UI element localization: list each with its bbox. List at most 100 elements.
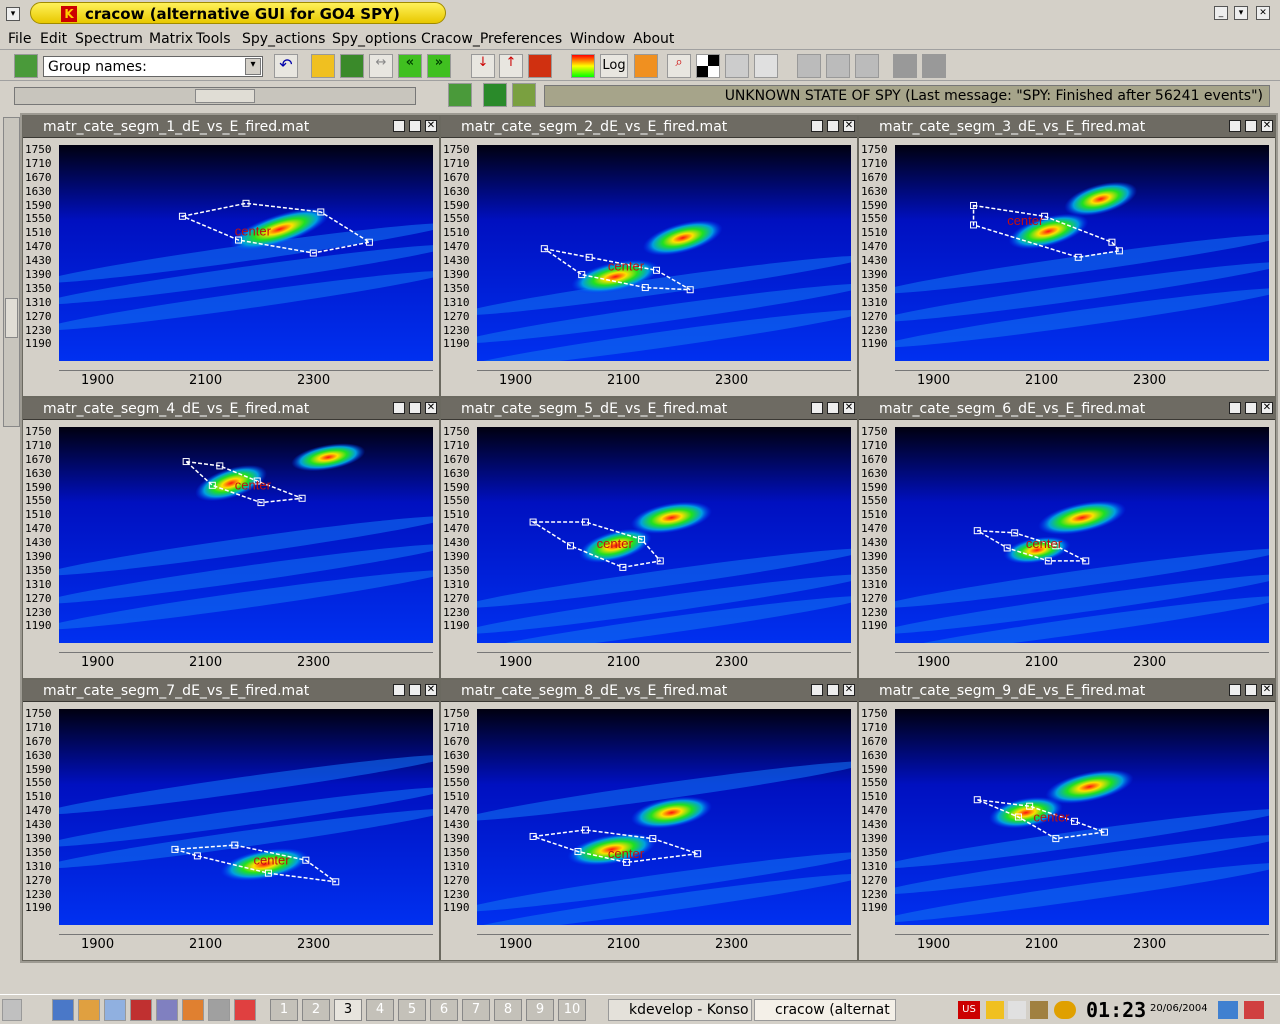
menu-window[interactable]: Window xyxy=(570,31,625,47)
matrix-canvas[interactable]: center xyxy=(59,427,433,643)
histogram-window-4[interactable]: matr_cate_segm_4_dE_vs_E_fired.mat ✕ 1750 1… xyxy=(22,397,440,679)
clock[interactable]: 01:23 xyxy=(1086,998,1146,1022)
window-titlebar[interactable]: matr_cate_segm_7_dE_vs_E_fired.mat ✕ xyxy=(23,680,439,702)
matrix-plot[interactable]: center xyxy=(895,709,1269,925)
minimize-icon[interactable] xyxy=(393,402,405,414)
desktop-1[interactable]: 1 xyxy=(270,999,298,1021)
desktop-6[interactable]: 6 xyxy=(430,999,458,1021)
title-pill[interactable]: K cracow (alternative GUI for GO4 SPY) xyxy=(30,2,446,24)
histogram-window-1[interactable]: matr_cate_segm_1_dE_vs_E_fired.mat ✕ 1750 1… xyxy=(22,115,440,397)
network-icon[interactable] xyxy=(104,999,126,1021)
maximize-icon[interactable] xyxy=(827,684,839,696)
group-icon[interactable] xyxy=(14,54,38,78)
minimize-icon[interactable] xyxy=(811,402,823,414)
keyboard-layout[interactable]: US xyxy=(958,1001,980,1019)
prev-icon[interactable]: « xyxy=(398,54,422,78)
projection-icon[interactable] xyxy=(528,54,552,78)
matrix-plot[interactable]: center xyxy=(477,427,851,643)
close-icon[interactable]: ✕ xyxy=(425,684,437,696)
arrows-icon[interactable]: ↔ xyxy=(369,54,393,78)
window-titlebar[interactable]: matr_cate_segm_6_dE_vs_E_fired.mat ✕ xyxy=(859,398,1275,420)
matrix-plot[interactable]: center xyxy=(59,709,433,925)
desktop-9[interactable]: 9 xyxy=(526,999,554,1021)
close-icon[interactable]: ✕ xyxy=(425,402,437,414)
next-icon[interactable]: » xyxy=(427,54,451,78)
menu-spy-options[interactable]: Spy_options xyxy=(332,31,417,47)
spy3-icon[interactable] xyxy=(855,54,879,78)
konqueror-icon[interactable] xyxy=(78,999,100,1021)
minimize-icon[interactable] xyxy=(1229,120,1241,132)
menu-spectrum[interactable]: Spectrum xyxy=(75,31,143,47)
maximize-button[interactable]: ▾ xyxy=(1234,6,1248,20)
desktop-2[interactable]: 2 xyxy=(302,999,330,1021)
lock-icon[interactable] xyxy=(1218,1001,1238,1019)
minimize-icon[interactable] xyxy=(811,684,823,696)
menu-tools[interactable]: Tools xyxy=(196,31,231,47)
close-icon[interactable]: ✕ xyxy=(425,120,437,132)
editor-icon[interactable] xyxy=(182,999,204,1021)
window-titlebar[interactable]: matr_cate_segm_8_dE_vs_E_fired.mat ✕ xyxy=(441,680,857,702)
maximize-icon[interactable] xyxy=(409,684,421,696)
window-titlebar[interactable]: matr_cate_segm_1_dE_vs_E_fired.mat ✕ xyxy=(23,116,439,138)
zoom-icon[interactable] xyxy=(311,54,335,78)
log-button[interactable]: Log xyxy=(600,54,628,78)
task-kdevelop[interactable]: kdevelop - Konso xyxy=(608,999,752,1021)
settings-icon[interactable] xyxy=(208,999,230,1021)
matrix-plot[interactable]: center xyxy=(895,145,1269,361)
minimize-button[interactable]: _ xyxy=(1214,6,1228,20)
logout-icon[interactable] xyxy=(1244,1001,1264,1019)
minimize-icon[interactable] xyxy=(1229,684,1241,696)
matrix-plot[interactable]: center xyxy=(59,145,433,361)
minimize-icon[interactable] xyxy=(393,684,405,696)
minimize-icon[interactable] xyxy=(811,120,823,132)
chevron-down-icon[interactable]: ▾ xyxy=(245,58,261,75)
help-icon[interactable] xyxy=(234,999,256,1021)
histogram-window-5[interactable]: matr_cate_segm_5_dE_vs_E_fired.mat ✕ 1750 1… xyxy=(440,397,858,679)
vertical-scrollbar[interactable] xyxy=(3,117,20,427)
menu-edit[interactable]: Edit xyxy=(40,31,67,47)
window-titlebar[interactable]: matr_cate_segm_9_dE_vs_E_fired.mat ✕ xyxy=(859,680,1275,702)
histogram-window-8[interactable]: matr_cate_segm_8_dE_vs_E_fired.mat ✕ 1750 1… xyxy=(440,679,858,961)
close-icon[interactable]: ✕ xyxy=(1261,402,1273,414)
matrix-plot[interactable]: center xyxy=(477,145,851,361)
histogram-window-2[interactable]: matr_cate_segm_2_dE_vs_E_fired.mat ✕ 1750 1… xyxy=(440,115,858,397)
star-icon[interactable] xyxy=(130,999,152,1021)
maximize-icon[interactable] xyxy=(1245,120,1257,132)
window-titlebar[interactable]: matr_cate_segm_4_dE_vs_E_fired.mat ✕ xyxy=(23,398,439,420)
home-icon[interactable] xyxy=(52,999,74,1021)
matrix-plot[interactable]: center xyxy=(59,427,433,643)
color-icon[interactable] xyxy=(571,54,595,78)
matrix-canvas[interactable]: center xyxy=(895,709,1269,925)
matrix-canvas[interactable]: center xyxy=(895,427,1269,643)
maximize-icon[interactable] xyxy=(827,402,839,414)
minimize-icon[interactable] xyxy=(1229,402,1241,414)
rebin-down-icon[interactable]: ↓ xyxy=(471,54,495,78)
desktop-10[interactable]: 10 xyxy=(558,999,586,1021)
desktop-7[interactable]: 7 xyxy=(462,999,490,1021)
close-icon[interactable]: ✕ xyxy=(843,684,855,696)
matrix-plot[interactable]: center xyxy=(477,709,851,925)
desktop-5[interactable]: 5 xyxy=(398,999,426,1021)
tray-cracow-icon[interactable] xyxy=(986,1001,1004,1019)
menu-cracow-preferences[interactable]: Cracow_Preferences xyxy=(421,31,562,47)
calendar-icon[interactable] xyxy=(1008,1001,1026,1019)
close-icon[interactable]: ✕ xyxy=(1261,120,1273,132)
close-button[interactable]: ✕ xyxy=(1256,6,1270,20)
close-icon[interactable]: ✕ xyxy=(843,402,855,414)
menu-about[interactable]: About xyxy=(633,31,674,47)
histogram-icon[interactable] xyxy=(340,54,364,78)
matrix-canvas[interactable]: center xyxy=(477,427,851,643)
desktop-8[interactable]: 8 xyxy=(494,999,522,1021)
matrix-canvas[interactable]: center xyxy=(59,145,433,361)
window-menu-icon[interactable]: ▾ xyxy=(6,7,20,21)
histogram-window-7[interactable]: matr_cate_segm_7_dE_vs_E_fired.mat ✕ 1750 1… xyxy=(22,679,440,961)
maximize-icon[interactable] xyxy=(409,120,421,132)
undo-icon[interactable]: ↶ xyxy=(274,54,298,78)
maximize-icon[interactable] xyxy=(1245,684,1257,696)
klipper-icon[interactable] xyxy=(1030,1001,1048,1019)
config-icon[interactable] xyxy=(754,54,778,78)
rebin-up-icon[interactable]: ↑ xyxy=(499,54,523,78)
spectrum-icon[interactable] xyxy=(634,54,658,78)
grid-icon[interactable] xyxy=(483,83,507,107)
horizontal-scrollbar[interactable] xyxy=(14,87,416,105)
